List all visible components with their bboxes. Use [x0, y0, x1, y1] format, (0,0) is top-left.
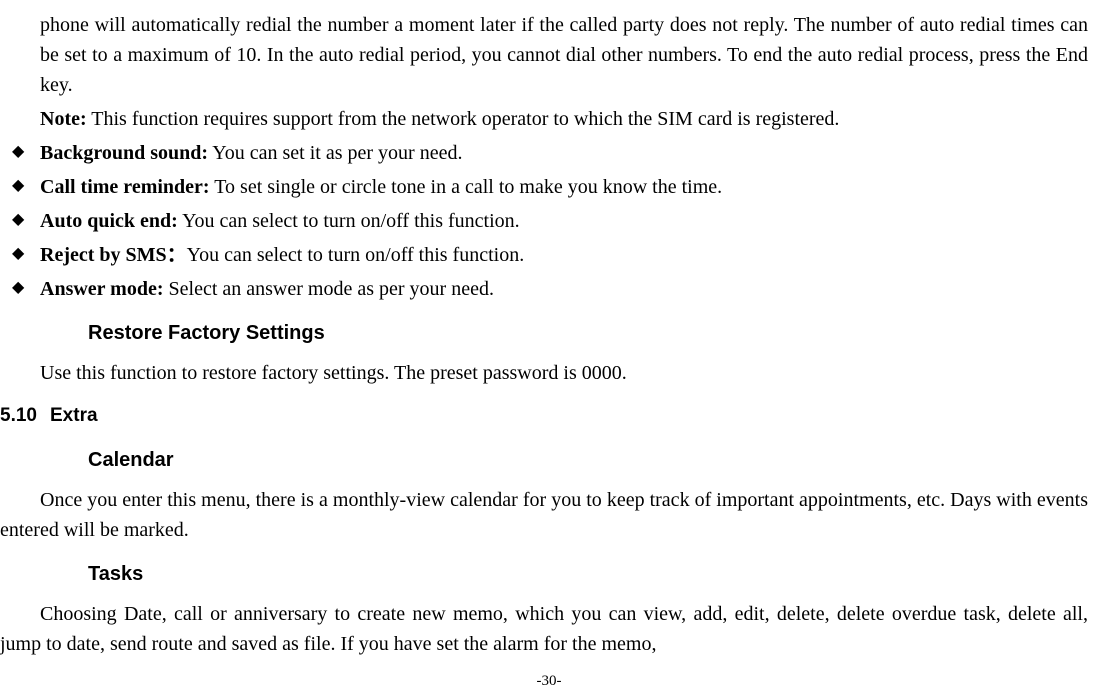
section-heading-extra: 5.10 Extra	[0, 402, 1088, 431]
bullet-list: ◆ Background sound: You can set it as pe…	[12, 138, 1088, 304]
note-text: This function requires support from the …	[87, 108, 840, 130]
heading-tasks: Tasks	[88, 559, 1088, 589]
note-label: Note:	[40, 108, 87, 130]
bullet-content: Answer mode: Select an answer mode as pe…	[40, 274, 1088, 304]
bullet-content: Reject by SMS：You can select to turn on/…	[40, 240, 1088, 270]
document-page: phone will automatically redial the numb…	[0, 10, 1098, 659]
bullet-desc: To set single or circle tone in a call t…	[210, 176, 723, 198]
bullet-desc: You can select to turn on/off this funct…	[178, 210, 520, 232]
page-number: -30-	[0, 670, 1098, 693]
tasks-paragraph: Choosing Date, call or anniversary to cr…	[0, 599, 1088, 659]
section-number: 5.10	[0, 402, 50, 431]
restore-paragraph: Use this function to restore factory set…	[40, 358, 1088, 388]
list-item: ◆ Call time reminder: To set single or c…	[12, 172, 1088, 202]
diamond-bullet-icon: ◆	[12, 240, 40, 269]
bullet-label: Auto quick end:	[40, 210, 178, 232]
diamond-bullet-icon: ◆	[12, 274, 40, 303]
list-item: ◆ Background sound: You can set it as pe…	[12, 138, 1088, 168]
bullet-desc: Select an answer mode as per your need.	[164, 278, 494, 300]
list-item: ◆ Answer mode: Select an answer mode as …	[12, 274, 1088, 304]
bullet-desc: You can select to turn on/off this funct…	[187, 244, 525, 266]
bullet-label: Background sound:	[40, 142, 208, 164]
diamond-bullet-icon: ◆	[12, 206, 40, 235]
bullet-label: Reject by SMS：	[40, 244, 187, 266]
list-item: ◆ Reject by SMS：You can select to turn o…	[12, 240, 1088, 270]
bullet-label: Answer mode:	[40, 278, 164, 300]
heading-calendar: Calendar	[88, 445, 1088, 475]
note-paragraph: Note: This function requires support fro…	[40, 104, 1088, 134]
bullet-content: Background sound: You can set it as per …	[40, 138, 1088, 168]
bullet-content: Call time reminder: To set single or cir…	[40, 172, 1088, 202]
diamond-bullet-icon: ◆	[12, 138, 40, 167]
bullet-label: Call time reminder:	[40, 176, 210, 198]
heading-restore-factory: Restore Factory Settings	[88, 318, 1088, 348]
list-item: ◆ Auto quick end: You can select to turn…	[12, 206, 1088, 236]
bullet-desc: You can set it as per your need.	[208, 142, 462, 164]
bullet-content: Auto quick end: You can select to turn o…	[40, 206, 1088, 236]
diamond-bullet-icon: ◆	[12, 172, 40, 201]
paragraph-continuation: phone will automatically redial the numb…	[40, 10, 1088, 100]
calendar-paragraph: Once you enter this menu, there is a mon…	[0, 485, 1088, 545]
section-title: Extra	[50, 402, 98, 431]
